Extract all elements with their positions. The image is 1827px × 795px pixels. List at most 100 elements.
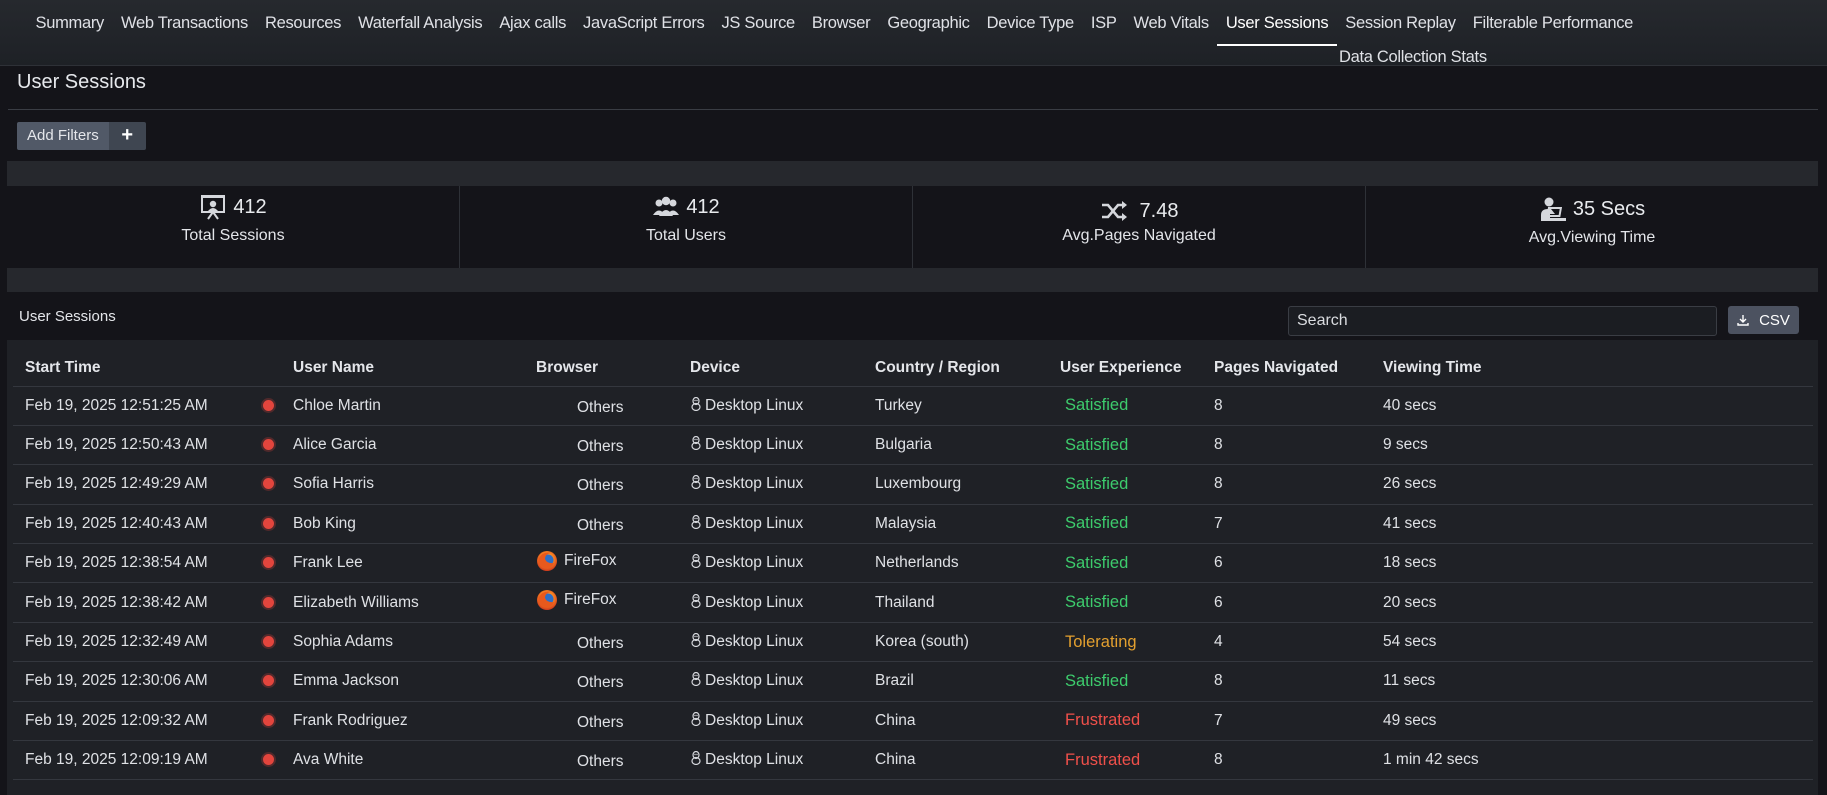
cell-user-name[interactable]: Ava White — [275, 740, 536, 781]
table-row[interactable]: Feb 19, 2025 12:09:19 AM Ava White Others D… — [13, 740, 1813, 781]
cell-start-time[interactable]: Feb 19, 2025 12:51:25 AM — [13, 386, 263, 426]
cell-browser: Others — [536, 425, 690, 466]
cell-start-time[interactable]: Feb 19, 2025 12:09:32 AM — [13, 701, 263, 742]
table-row[interactable]: Feb 19, 2025 12:30:06 AM Emma Jackson Othe… — [13, 661, 1813, 702]
tab-resources[interactable]: Resources — [256, 0, 349, 46]
tab-ajax-calls[interactable]: Ajax calls — [491, 0, 575, 46]
tab-device-type[interactable]: Device Type — [978, 0, 1082, 46]
user-experience-status: Tolerating — [1065, 632, 1137, 651]
column-header-user-experience[interactable]: User Experience — [1060, 340, 1214, 387]
device-name: Desktop Linux — [705, 396, 804, 414]
cell-start-time[interactable]: Feb 19, 2025 12:40:43 AM — [13, 504, 263, 545]
cell-user-name[interactable]: Sophia Adams — [275, 622, 536, 663]
cell-pages-navigated: 6 — [1214, 543, 1383, 584]
table-row[interactable]: Feb 19, 2025 12:49:29 AM Sofia Harris Othe… — [13, 464, 1813, 505]
stat-value: 412 — [686, 195, 720, 218]
tab-isp[interactable]: ISP — [1082, 0, 1125, 46]
csv-download-button[interactable]: CSV — [1728, 306, 1799, 334]
cell-pages-navigated: 4 — [1214, 622, 1383, 663]
cell-pages-navigated: 8 — [1214, 464, 1383, 505]
plus-icon[interactable]: + — [108, 122, 146, 150]
table-row[interactable]: Feb 19, 2025 12:38:54 AM Frank Lee FireFox… — [13, 543, 1813, 584]
tab-geographic[interactable]: Geographic — [879, 0, 978, 46]
linux-icon — [691, 514, 701, 529]
cell-user-experience: Satisfied — [1060, 543, 1214, 584]
cell-user-name[interactable]: Bob King — [275, 504, 536, 545]
column-header-country[interactable]: Country / Region — [875, 340, 1060, 387]
column-header-user-name[interactable]: User Name — [275, 340, 536, 387]
cell-error-indicator — [263, 425, 275, 466]
browser-name: Others — [577, 477, 624, 495]
linux-icon — [691, 475, 701, 490]
cell-country: Netherlands — [875, 543, 1060, 584]
column-header-device[interactable]: Device — [690, 340, 875, 387]
error-dot-icon — [263, 675, 274, 687]
cell-start-time[interactable]: Feb 19, 2025 12:09:19 AM — [13, 740, 263, 781]
cell-start-time[interactable]: Feb 19, 2025 12:38:42 AM — [13, 582, 263, 623]
stat-total-users: 412 Total Users — [460, 186, 913, 268]
tab-bar: Summary Web Transactions Resources Waterfal… — [27, 0, 1667, 46]
cell-start-time[interactable]: Feb 19, 2025 12:30:06 AM — [13, 661, 263, 702]
cell-pages-navigated: 8 — [1214, 661, 1383, 702]
cell-pages-navigated: 8 — [1214, 386, 1383, 426]
device-name: Desktop Linux — [705, 554, 804, 572]
tab-js-source[interactable]: JS Source — [713, 0, 803, 46]
cell-start-time[interactable]: Feb 19, 2025 12:50:43 AM — [13, 425, 263, 466]
cell-viewing-time: 40 secs — [1383, 386, 1813, 426]
stat-total-sessions: 412 Total Sessions — [7, 186, 460, 268]
cell-country: Brazil — [875, 661, 1060, 702]
column-header-browser[interactable]: Browser — [536, 340, 690, 387]
cell-user-name[interactable]: Frank Rodriguez — [275, 701, 536, 742]
browser-name: FireFox — [564, 591, 617, 609]
tab-summary[interactable]: Summary — [27, 0, 113, 46]
cell-start-time[interactable]: Feb 19, 2025 12:49:29 AM — [13, 464, 263, 505]
tab-user-sessions[interactable]: User Sessions — [1217, 0, 1337, 46]
table-row[interactable]: Feb 19, 2025 12:40:43 AM Bob King Others De… — [13, 504, 1813, 545]
table-row[interactable]: Feb 19, 2025 12:09:32 AM Frank Rodriguez O… — [13, 701, 1813, 742]
search-input[interactable] — [1288, 306, 1717, 336]
user-experience-status: Frustrated — [1065, 750, 1141, 769]
cell-viewing-time: 18 secs — [1383, 543, 1813, 584]
tab-web-vitals[interactable]: Web Vitals — [1125, 0, 1217, 46]
cell-start-time[interactable]: Feb 19, 2025 12:32:49 AM — [13, 622, 263, 663]
table-row[interactable]: Feb 19, 2025 12:51:25 AM Chloe Martin Othe… — [13, 386, 1813, 426]
tab-browser[interactable]: Browser — [803, 0, 878, 46]
column-header-start-time[interactable]: Start Time — [13, 340, 263, 387]
cell-user-experience: Frustrated — [1060, 701, 1214, 742]
cell-user-name[interactable]: Elizabeth Williams — [275, 582, 536, 623]
device-name: Desktop Linux — [705, 672, 804, 690]
table-row[interactable]: Feb 19, 2025 12:32:49 AM Sophia Adams Othe… — [13, 622, 1813, 663]
tab-filterable-performance[interactable]: Filterable Performance — [1464, 0, 1641, 46]
tab-session-replay[interactable]: Session Replay — [1337, 0, 1464, 46]
cell-user-name[interactable]: Alice Garcia — [275, 425, 536, 466]
add-filters-control[interactable]: Add Filters + — [17, 122, 146, 150]
cell-browser: Others — [536, 464, 690, 505]
table-row[interactable]: Feb 19, 2025 12:38:42 AM Elizabeth Willia… — [13, 582, 1813, 623]
browser-name: Others — [577, 713, 624, 731]
tab-javascript-errors[interactable]: JavaScript Errors — [575, 0, 713, 46]
tab-web-transactions[interactable]: Web Transactions — [113, 0, 257, 46]
cell-user-experience: Satisfied — [1060, 386, 1214, 426]
error-dot-icon — [263, 399, 274, 411]
column-header-pages-navigated[interactable]: Pages Navigated — [1214, 340, 1383, 387]
linux-icon — [691, 593, 701, 608]
table-row[interactable]: Feb 19, 2025 12:50:43 AM Alice Garcia Othe… — [13, 425, 1813, 466]
tab-data-collection-stats[interactable]: Data Collection Stats — [1339, 46, 1487, 68]
cell-user-name[interactable]: Sofia Harris — [275, 464, 536, 505]
cell-user-name[interactable]: Frank Lee — [275, 543, 536, 584]
firefox-icon — [537, 550, 557, 571]
add-filters-button[interactable]: Add Filters — [17, 122, 109, 150]
cell-user-name[interactable]: Emma Jackson — [275, 661, 536, 702]
stat-value: 412 — [233, 195, 267, 218]
cell-device: Desktop Linux — [690, 425, 875, 466]
cell-user-name[interactable]: Chloe Martin — [275, 386, 536, 426]
cell-error-indicator — [263, 582, 275, 623]
column-header-viewing-time[interactable]: Viewing Time — [1383, 340, 1813, 387]
cell-user-experience: Tolerating — [1060, 622, 1214, 663]
linux-icon — [691, 396, 701, 411]
tab-waterfall-analysis[interactable]: Waterfall Analysis — [350, 0, 491, 46]
cell-start-time[interactable]: Feb 19, 2025 12:38:54 AM — [13, 543, 263, 584]
table-toolbar: User Sessions CSV — [7, 292, 1818, 340]
linux-icon — [691, 554, 701, 569]
stat-caption: Total Sessions — [181, 227, 285, 244]
